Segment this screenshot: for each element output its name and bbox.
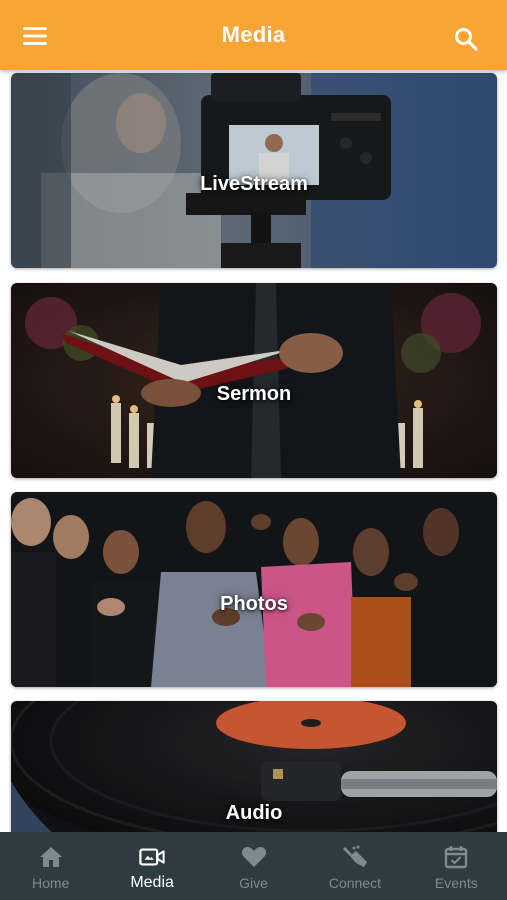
page-title: Media xyxy=(221,22,286,47)
livestream-card[interactable]: LiveStream xyxy=(11,73,497,268)
calendar-check-icon xyxy=(443,844,469,870)
nav-connect-label: Connect xyxy=(328,875,381,891)
connect-hands-icon xyxy=(342,844,368,870)
bottom-navigation: Home Media Give Connect Events xyxy=(0,832,507,900)
audio-card[interactable]: Audio xyxy=(11,701,497,832)
nav-give[interactable]: Give xyxy=(203,832,304,900)
sermon-label: Sermon xyxy=(216,383,292,405)
sermon-card[interactable]: Sermon xyxy=(11,283,497,478)
nav-home[interactable]: Home xyxy=(0,832,101,900)
home-icon xyxy=(38,844,64,870)
search-icon[interactable] xyxy=(449,22,483,56)
heart-icon xyxy=(241,844,267,870)
nav-give-label: Give xyxy=(239,875,268,891)
media-list: LiveStream Sermon Photos Audio xyxy=(0,70,507,832)
livestream-label: LiveStream xyxy=(200,173,308,195)
photos-label: Photos xyxy=(220,593,288,615)
audio-label: Audio xyxy=(225,802,283,824)
nav-events[interactable]: Events xyxy=(406,832,507,900)
video-camera-icon xyxy=(139,844,165,870)
nav-home-label: Home xyxy=(32,875,70,891)
nav-media[interactable]: Media xyxy=(101,832,202,900)
app-bar: Media xyxy=(0,0,507,70)
photos-card[interactable]: Photos xyxy=(11,492,497,687)
nav-events-label: Events xyxy=(434,875,478,891)
nav-media-label: Media xyxy=(130,874,174,891)
nav-connect[interactable]: Connect xyxy=(304,832,405,900)
